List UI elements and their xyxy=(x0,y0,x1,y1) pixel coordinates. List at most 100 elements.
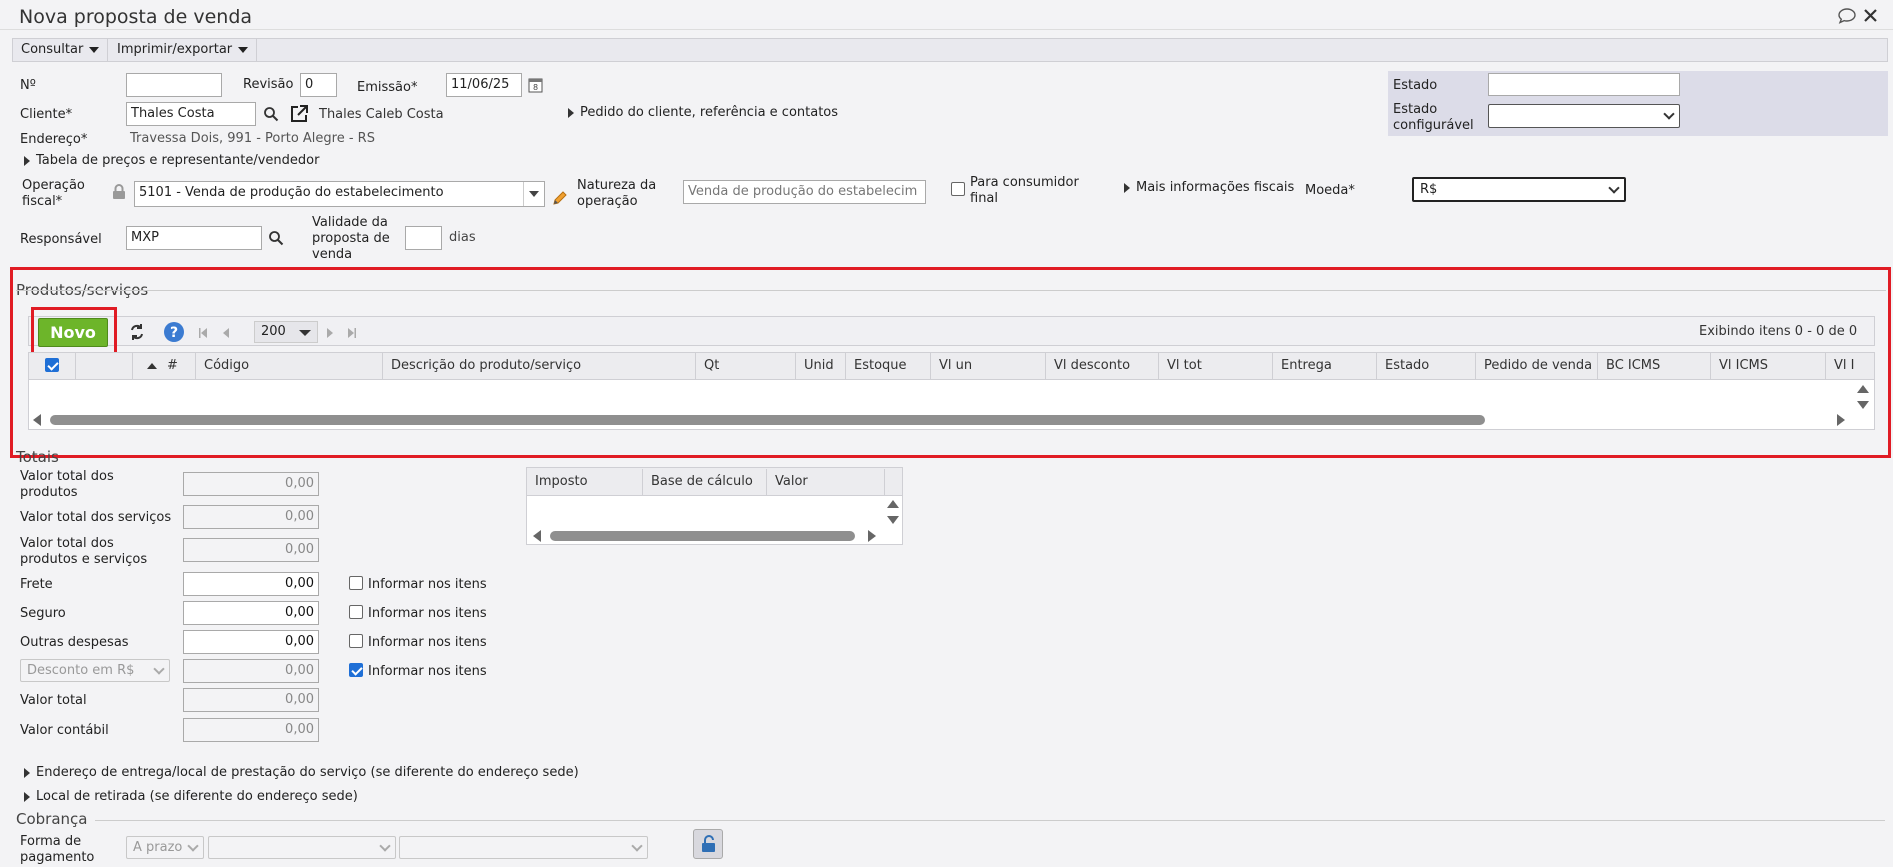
endereco-entrega-label: Endereço de entrega/local de prestação d… xyxy=(36,765,579,780)
col-codigo[interactable]: Código xyxy=(195,353,382,379)
grid-hscrollbar[interactable] xyxy=(50,415,1485,425)
condicao-pagamento-select[interactable] xyxy=(208,836,396,859)
impostos-col-imposto[interactable]: Imposto xyxy=(527,469,642,495)
forma-pagamento-value: A prazo xyxy=(133,840,183,855)
scroll-right-icon[interactable] xyxy=(868,530,876,542)
natureza-input[interactable]: Venda de produção do estabelecim xyxy=(683,180,926,204)
operacao-fiscal-input[interactable]: 5101 - Venda de produção do estabelecime… xyxy=(134,181,545,207)
desconto-informar-label: Informar nos itens xyxy=(368,664,487,679)
scroll-left-icon[interactable] xyxy=(33,414,41,426)
impostos-hscrollbar[interactable] xyxy=(550,531,855,541)
numero-input[interactable] xyxy=(126,73,222,97)
impostos-col-valor[interactable]: Valor xyxy=(766,469,884,495)
local-retirada-link[interactable]: Local de retirada (se diferente do ender… xyxy=(24,789,358,805)
estado-configuravel-select[interactable] xyxy=(1488,104,1680,128)
scroll-right-icon[interactable] xyxy=(1837,414,1845,426)
consumidor-final-checkbox[interactable] xyxy=(951,182,965,196)
menu-consultar[interactable]: Consultar xyxy=(13,39,109,61)
next-page-icon[interactable] xyxy=(326,327,334,339)
caret-right-icon xyxy=(568,107,574,118)
chevron-down-icon xyxy=(379,840,391,852)
desconto-tipo-select[interactable]: Desconto em R$ xyxy=(20,659,170,682)
consumidor-label-2: final xyxy=(970,191,999,206)
novo-button[interactable]: Novo xyxy=(38,318,108,347)
col-codigo-label: Código xyxy=(204,358,250,373)
pencil-icon[interactable] xyxy=(551,189,569,207)
caret-right-icon xyxy=(1124,182,1130,193)
mais-info-fiscais-link[interactable]: Mais informações fiscais xyxy=(1124,180,1294,196)
scroll-down-icon[interactable] xyxy=(1857,401,1869,409)
scroll-left-icon[interactable] xyxy=(533,530,541,542)
scroll-up-icon[interactable] xyxy=(1857,385,1869,393)
exibindo-itens-label: Exibindo itens 0 - 0 de 0 xyxy=(1699,324,1858,339)
select-all-checkbox[interactable] xyxy=(45,358,59,372)
outras-informar-checkbox[interactable] xyxy=(349,634,363,648)
comment-icon[interactable] xyxy=(1837,8,1857,24)
col-vl-icms[interactable]: Vl ICMS xyxy=(1710,353,1825,379)
col-vl-un[interactable]: Vl un xyxy=(930,353,1045,379)
seguro-label: Seguro xyxy=(20,606,66,621)
col-index[interactable]: # xyxy=(133,353,195,379)
chevron-down-icon xyxy=(529,191,539,197)
cliente-input[interactable]: Thales Costa xyxy=(126,102,256,126)
col-entrega[interactable]: Entrega xyxy=(1272,353,1376,379)
frete-informar-checkbox[interactable] xyxy=(349,576,363,590)
tabela-precos-link[interactable]: Tabela de preços e representante/vendedo… xyxy=(24,153,319,169)
seguro-input[interactable]: 0,00 xyxy=(183,601,319,625)
refresh-icon[interactable] xyxy=(128,323,146,341)
validade-label-1: Validade da xyxy=(312,215,388,230)
outras-despesas-input[interactable]: 0,00 xyxy=(183,630,319,654)
col-qt[interactable]: Qt xyxy=(695,353,795,379)
col-pedido-venda-label: Pedido de venda xyxy=(1484,358,1593,373)
numero-label: Nº xyxy=(20,78,36,93)
col-pedido-venda[interactable]: Pedido de venda xyxy=(1475,353,1597,379)
first-page-icon[interactable] xyxy=(198,327,208,339)
responsavel-label: Responsável xyxy=(20,232,102,247)
pedido-cliente-label: Pedido do cliente, referência e contatos xyxy=(580,105,839,120)
col-vl-un-label: Vl un xyxy=(939,358,973,373)
emissao-input[interactable]: 11/06/25 xyxy=(446,73,522,97)
unlock-button[interactable] xyxy=(693,829,723,859)
col-vl-i[interactable]: Vl I xyxy=(1825,353,1855,379)
desconto-informar-checkbox[interactable] xyxy=(349,663,363,677)
last-page-icon[interactable] xyxy=(347,327,357,339)
estado-input[interactable] xyxy=(1488,73,1680,96)
menu-consultar-label: Consultar xyxy=(21,42,84,57)
impostos-col-base[interactable]: Base de cálculo xyxy=(642,469,766,495)
pedido-cliente-link[interactable]: Pedido do cliente, referência e contatos xyxy=(568,105,838,121)
menu-imprimir[interactable]: Imprimir/exportar xyxy=(109,39,258,61)
col-estoque[interactable]: Estoque xyxy=(845,353,930,379)
responsavel-input[interactable]: MXP xyxy=(126,226,262,250)
scroll-down-icon[interactable] xyxy=(887,516,899,524)
page-size-select[interactable]: 200 xyxy=(254,321,318,343)
col-estado[interactable]: Estado xyxy=(1376,353,1475,379)
endereco-entrega-link[interactable]: Endereço de entrega/local de prestação d… xyxy=(24,765,579,781)
frete-input[interactable]: 0,00 xyxy=(183,572,319,596)
operacao-label-2: fiscal* xyxy=(22,194,63,209)
scroll-up-icon[interactable] xyxy=(887,500,899,508)
prev-page-icon[interactable] xyxy=(222,327,230,339)
close-icon[interactable] xyxy=(1864,9,1877,22)
valor-total-label: Valor total xyxy=(20,693,87,708)
operacao-dropdown-button[interactable] xyxy=(523,182,544,206)
validade-input[interactable] xyxy=(405,226,442,250)
forma-pagamento-label-1: Forma de xyxy=(20,834,82,849)
external-link-icon[interactable] xyxy=(289,104,309,124)
conta-pagamento-select[interactable] xyxy=(399,836,648,859)
col-unid[interactable]: Unid xyxy=(795,353,845,379)
grid-col-sep xyxy=(75,353,76,379)
col-bc-icms[interactable]: BC ICMS xyxy=(1597,353,1710,379)
forma-pagamento-select[interactable]: A prazo xyxy=(126,836,204,859)
col-vl-desconto[interactable]: Vl desconto xyxy=(1045,353,1158,379)
seguro-informar-checkbox[interactable] xyxy=(349,605,363,619)
search-icon[interactable] xyxy=(263,106,279,122)
col-descricao[interactable]: Descrição do produto/serviço xyxy=(382,353,695,379)
calendar-icon[interactable]: 8 xyxy=(528,77,543,93)
desconto-field: 0,00 xyxy=(183,659,319,683)
help-icon[interactable]: ? xyxy=(163,321,185,343)
revisao-input[interactable]: 0 xyxy=(300,73,337,97)
search-icon[interactable] xyxy=(268,230,284,246)
total-prod-serv-field: 0,00 xyxy=(183,538,319,562)
col-vl-tot[interactable]: Vl tot xyxy=(1158,353,1272,379)
moeda-select[interactable]: R$ xyxy=(1412,177,1626,202)
